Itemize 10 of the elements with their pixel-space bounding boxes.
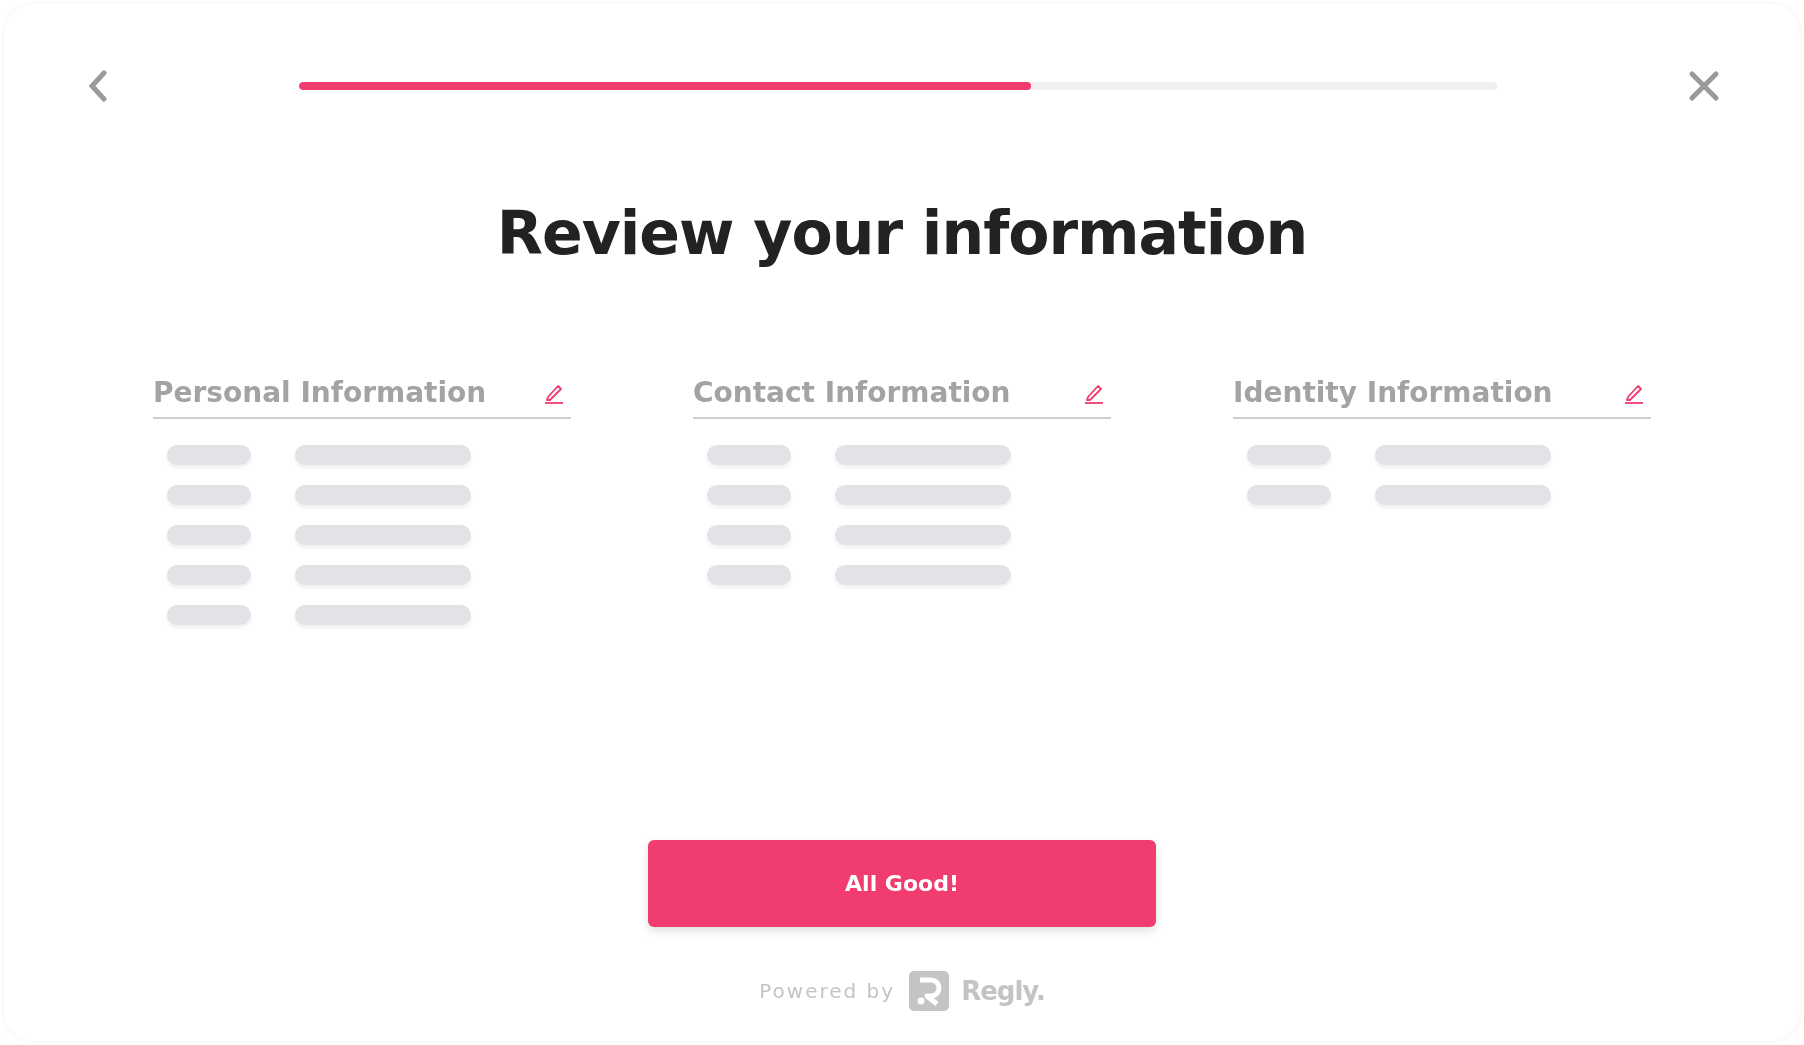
brand-name: Regly. xyxy=(961,976,1045,1006)
section-heading: Identity Information xyxy=(1233,376,1553,409)
section-heading: Personal Information xyxy=(153,376,487,409)
close-icon[interactable] xyxy=(1688,70,1720,102)
powered-by-text: Powered by xyxy=(759,979,896,1003)
back-icon[interactable] xyxy=(88,70,108,102)
logo-icon xyxy=(909,971,950,1011)
section-heading: Contact Information xyxy=(693,376,1011,409)
page-title: Review your information xyxy=(496,198,1308,268)
all-good-button[interactable]: All Good! xyxy=(648,840,1156,927)
